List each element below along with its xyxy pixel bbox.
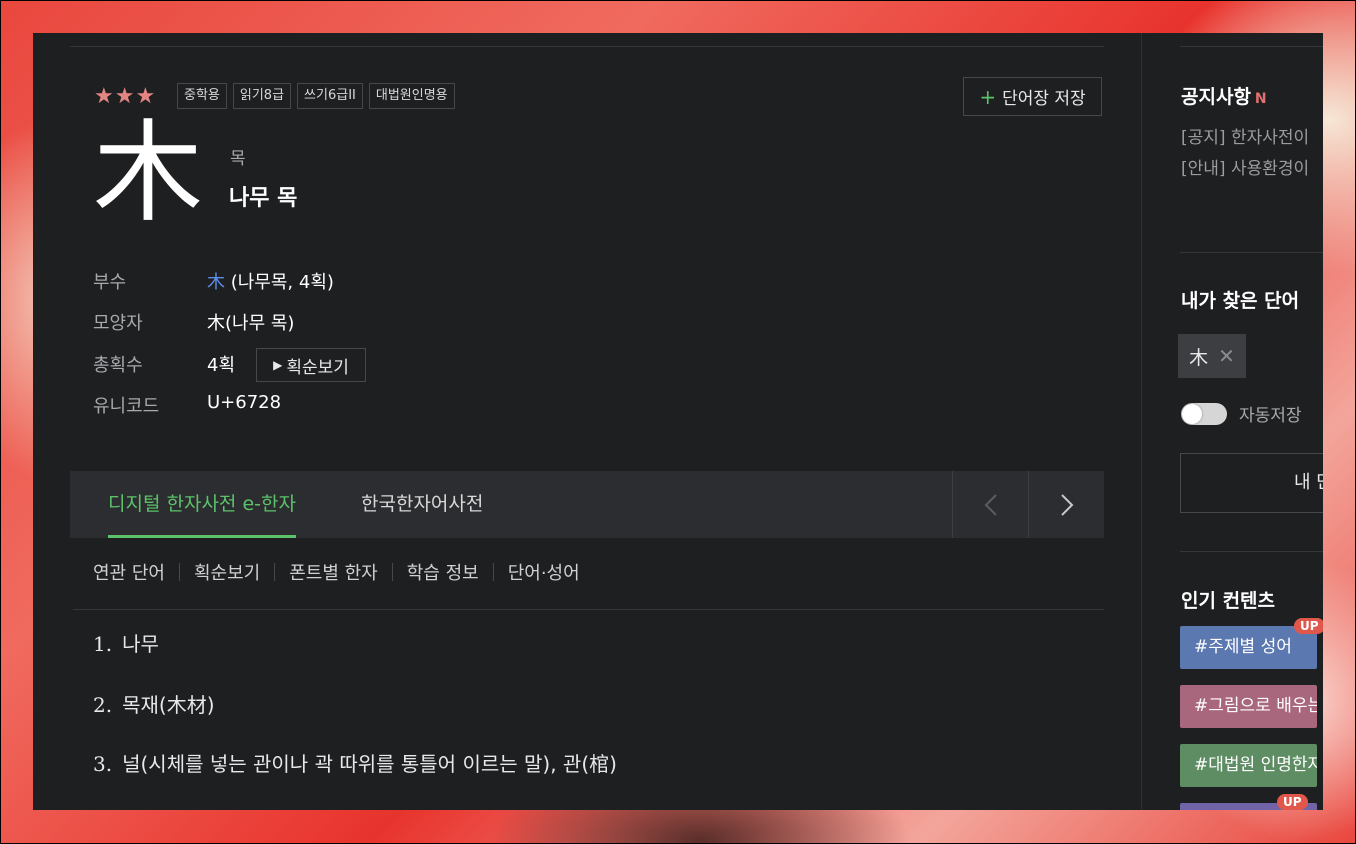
unicode-value: U+6728: [207, 392, 282, 413]
my-words-button[interactable]: 내 단: [1180, 453, 1323, 513]
definition-text: 목재(木材): [122, 693, 215, 717]
plus-icon: +: [979, 84, 997, 109]
definition-item: 2. 목재(木材): [93, 689, 215, 718]
radical-link[interactable]: 木: [207, 272, 225, 293]
nav-study-info[interactable]: 학습 정보: [393, 559, 493, 585]
nav-words-idioms[interactable]: 단어·성어: [494, 559, 594, 585]
definition-item: 1. 나무: [93, 628, 159, 657]
up-badge: UP: [1277, 794, 1308, 810]
play-icon: ▶: [273, 358, 283, 372]
new-badge: N: [1254, 91, 1267, 107]
badge-name-use: 대법원인명용: [368, 83, 455, 109]
info-row-strokes: 총획수 4획 ▶ 획순보기: [93, 348, 593, 382]
badge-writing-level: 쓰기6급II: [297, 83, 363, 109]
divider: [1180, 252, 1323, 253]
divider: [1180, 551, 1323, 552]
importance-stars: ★★★: [94, 84, 157, 109]
notice-title-text: 공지사항: [1181, 86, 1251, 108]
up-badge: UP: [1294, 618, 1323, 634]
notice-item[interactable]: [공지] 한자사전이: [1181, 123, 1309, 148]
definition-number: 2.: [93, 693, 113, 717]
hanja-character: 木: [93, 109, 203, 237]
nav-related-words[interactable]: 연관 단어: [93, 559, 179, 585]
save-to-wordbook-button[interactable]: + 단어장 저장: [963, 77, 1102, 116]
tag-court-name-hanja[interactable]: #대법원 인명한자: [1180, 744, 1317, 787]
radical-detail: (나무목, 4획): [225, 272, 334, 293]
divider: [73, 609, 1104, 610]
recent-words-title: 내가 찾은 단어: [1181, 290, 1300, 312]
tab-korean-hanja-words[interactable]: 한국한자어사전: [361, 471, 483, 538]
stroke-order-label: 획순보기: [286, 357, 349, 378]
nav-stroke-order[interactable]: 획순보기: [180, 559, 274, 585]
toggle-knob: [1182, 403, 1202, 424]
chevron-left-icon: [984, 493, 997, 516]
definition-text: 나무: [122, 632, 159, 656]
section-nav: 연관 단어 획순보기 폰트별 한자 학습 정보 단어·성어: [93, 559, 594, 585]
divider: [1180, 46, 1323, 47]
definition-number: 3.: [93, 752, 113, 776]
radical-value: 木 (나무목, 4획): [207, 268, 334, 294]
hanja-meaning: 나무 목: [229, 186, 298, 211]
main-content: ★★★ 중학용 읽기8급 쓰기6급II 대법원인명용 + 단어장 저장 木 목 …: [33, 33, 1142, 810]
shape-label: 모양자: [93, 313, 143, 334]
tag-picture-learning[interactable]: #그림으로 배우는: [1180, 685, 1317, 728]
autosave-control: 자동저장: [1181, 401, 1302, 426]
notice-item[interactable]: [안내] 사용환경이: [1181, 154, 1309, 179]
radical-label: 부수: [93, 272, 127, 293]
shape-value: 木(나무 목): [207, 313, 295, 334]
info-row-shape: 모양자 木(나무 목): [93, 309, 593, 339]
unicode-label: 유니코드: [93, 396, 160, 417]
info-row-unicode: 유니코드 U+6728: [93, 392, 593, 422]
definition-item: 3. 널(시체를 넣는 관이나 곽 따위를 통틀어 이르는 말), 관(棺): [93, 748, 617, 777]
recent-word[interactable]: 木: [1189, 343, 1208, 370]
definition-number: 1.: [93, 632, 113, 656]
notice-title[interactable]: 공지사항 N: [1181, 82, 1267, 109]
definition-text: 널(시체를 넣는 관이나 곽 따위를 통틀어 이르는 말), 관(棺): [122, 752, 617, 776]
badge-middle-school: 중학용: [177, 83, 227, 109]
strokes-value: 4획: [207, 355, 236, 376]
nav-fonts[interactable]: 폰트별 한자: [275, 559, 392, 585]
autosave-label: 자동저장: [1239, 406, 1302, 426]
prev-tab-button[interactable]: [952, 471, 1028, 538]
divider: [70, 46, 1104, 47]
tab-digital-hanja[interactable]: 디지털 한자사전 e-한자: [108, 471, 296, 538]
autosave-toggle[interactable]: [1181, 402, 1227, 425]
chevron-right-icon: [1060, 493, 1073, 516]
sidebar: 공지사항 N [공지] 한자사전이 [안내] 사용환경이 내가 찾은 단어 木 ✕…: [1142, 33, 1323, 810]
recent-word-chip[interactable]: 木 ✕: [1178, 334, 1246, 378]
dictionary-panel: ★★★ 중학용 읽기8급 쓰기6급II 대법원인명용 + 단어장 저장 木 목 …: [33, 33, 1323, 810]
stroke-order-button[interactable]: ▶ 획순보기: [256, 348, 366, 382]
strokes-label: 총획수: [93, 355, 143, 376]
dictionary-tabs: 디지털 한자사전 e-한자 한국한자어사전: [70, 471, 1104, 538]
save-label: 단어장 저장: [1002, 89, 1086, 109]
close-icon[interactable]: ✕: [1218, 344, 1235, 368]
next-tab-button[interactable]: [1028, 471, 1104, 538]
badge-reading-level: 읽기8급: [232, 83, 292, 109]
popular-content-title: 인기 컨텐츠: [1181, 590, 1276, 612]
hanja-reading: 목: [230, 149, 246, 169]
info-row-radical: 부수 木 (나무목, 4획): [93, 268, 593, 298]
level-badges: 중학용 읽기8급 쓰기6급II 대법원인명용: [177, 83, 455, 109]
tab-arrows: [952, 471, 1104, 538]
